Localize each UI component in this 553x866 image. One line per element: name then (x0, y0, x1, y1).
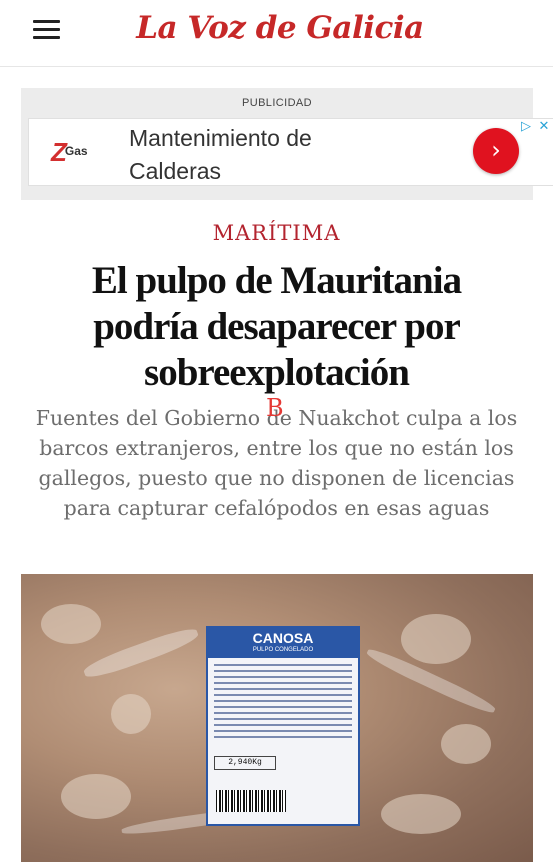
ad-brand-logo: ZGas (51, 137, 101, 167)
barcode (216, 790, 286, 812)
ad-container: PUBLICIDAD ZGas Mantenimiento de Caldera… (21, 88, 553, 200)
product-weight: 2,940Kg (214, 756, 276, 770)
article-headline: El pulpo de Mauritania podría desaparece… (91, 259, 462, 394)
chevron-right-icon[interactable]: › (473, 128, 519, 174)
site-logo[interactable]: La Voz de Galicia (120, 10, 440, 46)
hamburger-menu-icon[interactable] (33, 20, 61, 40)
product-type: PULPO CONGELADO (252, 647, 314, 653)
ad-label: PUBLICIDAD (241, 97, 313, 109)
article-photo[interactable]: CANOSA PULPO CONGELADO 2,940Kg (21, 574, 533, 862)
close-icon[interactable]: ✕ (535, 119, 553, 134)
section-label[interactable]: MARÍTIMA (0, 221, 553, 245)
product-label-header: CANOSA PULPO CONGELADO (208, 628, 358, 658)
product-brand: CANOSA (252, 630, 314, 646)
overlay-mark: B (266, 394, 284, 422)
product-label-text (214, 664, 352, 742)
ad-title[interactable]: Mantenimiento de Calderas (129, 122, 389, 188)
top-bar: La Voz de Galicia (0, 0, 553, 67)
product-label: CANOSA PULPO CONGELADO 2,940Kg (206, 626, 360, 826)
ad-choices-icon[interactable]: ▷ (517, 119, 535, 134)
ad-card[interactable]: ZGas Mantenimiento de Calderas › ▷ ✕ (28, 118, 553, 186)
ad-brand-text: Gas (64, 144, 88, 158)
ad-choices: ▷ ✕ (517, 119, 553, 137)
